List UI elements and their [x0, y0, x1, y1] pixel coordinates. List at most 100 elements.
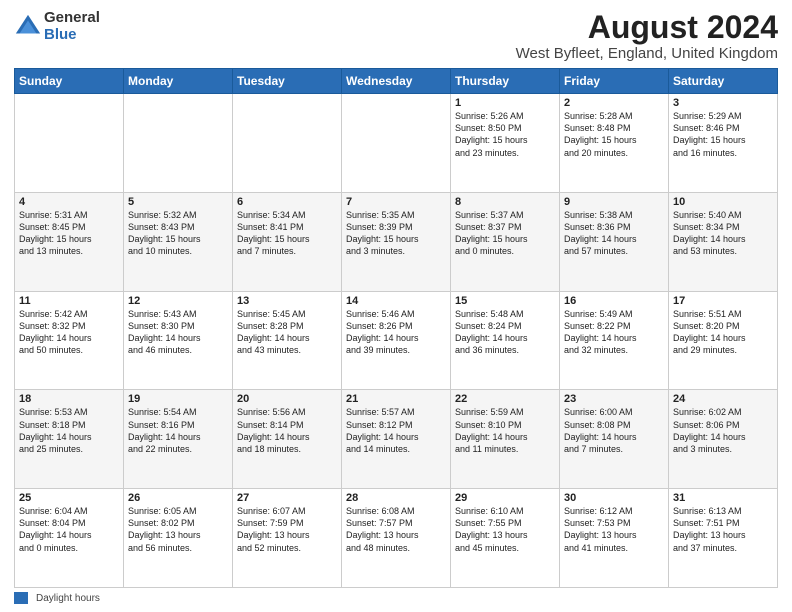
- day-number: 1: [455, 97, 555, 109]
- calendar-cell-4-0: 25Sunrise: 6:04 AM Sunset: 8:04 PM Dayli…: [15, 489, 124, 588]
- day-number: 12: [128, 295, 228, 307]
- day-info: Sunrise: 5:43 AM Sunset: 8:30 PM Dayligh…: [128, 308, 228, 357]
- calendar-cell-1-1: 5Sunrise: 5:32 AM Sunset: 8:43 PM Daylig…: [124, 192, 233, 291]
- calendar-cell-4-2: 27Sunrise: 6:07 AM Sunset: 7:59 PM Dayli…: [233, 489, 342, 588]
- calendar-cell-1-0: 4Sunrise: 5:31 AM Sunset: 8:45 PM Daylig…: [15, 192, 124, 291]
- legend-color-box: [14, 592, 28, 604]
- calendar-cell-0-0: [15, 94, 124, 193]
- day-info: Sunrise: 5:56 AM Sunset: 8:14 PM Dayligh…: [237, 406, 337, 455]
- title-block: August 2024 West Byfleet, England, Unite…: [516, 10, 778, 62]
- day-info: Sunrise: 6:08 AM Sunset: 7:57 PM Dayligh…: [346, 505, 446, 554]
- header-tuesday: Tuesday: [233, 69, 342, 94]
- day-info: Sunrise: 5:40 AM Sunset: 8:34 PM Dayligh…: [673, 209, 773, 258]
- calendar-cell-2-0: 11Sunrise: 5:42 AM Sunset: 8:32 PM Dayli…: [15, 291, 124, 390]
- header-sunday: Sunday: [15, 69, 124, 94]
- day-number: 22: [455, 393, 555, 405]
- day-number: 19: [128, 393, 228, 405]
- header-friday: Friday: [560, 69, 669, 94]
- day-number: 6: [237, 196, 337, 208]
- day-info: Sunrise: 5:37 AM Sunset: 8:37 PM Dayligh…: [455, 209, 555, 258]
- day-info: Sunrise: 5:28 AM Sunset: 8:48 PM Dayligh…: [564, 110, 664, 159]
- calendar-cell-3-2: 20Sunrise: 5:56 AM Sunset: 8:14 PM Dayli…: [233, 390, 342, 489]
- day-number: 2: [564, 97, 664, 109]
- day-info: Sunrise: 5:48 AM Sunset: 8:24 PM Dayligh…: [455, 308, 555, 357]
- day-info: Sunrise: 5:32 AM Sunset: 8:43 PM Dayligh…: [128, 209, 228, 258]
- day-number: 11: [19, 295, 119, 307]
- day-info: Sunrise: 5:49 AM Sunset: 8:22 PM Dayligh…: [564, 308, 664, 357]
- page: General Blue August 2024 West Byfleet, E…: [0, 0, 792, 612]
- day-info: Sunrise: 5:29 AM Sunset: 8:46 PM Dayligh…: [673, 110, 773, 159]
- day-number: 16: [564, 295, 664, 307]
- day-info: Sunrise: 5:59 AM Sunset: 8:10 PM Dayligh…: [455, 406, 555, 455]
- day-info: Sunrise: 6:13 AM Sunset: 7:51 PM Dayligh…: [673, 505, 773, 554]
- day-info: Sunrise: 5:45 AM Sunset: 8:28 PM Dayligh…: [237, 308, 337, 357]
- day-info: Sunrise: 6:05 AM Sunset: 8:02 PM Dayligh…: [128, 505, 228, 554]
- calendar-cell-2-3: 14Sunrise: 5:46 AM Sunset: 8:26 PM Dayli…: [342, 291, 451, 390]
- day-number: 24: [673, 393, 773, 405]
- header-saturday: Saturday: [669, 69, 778, 94]
- day-info: Sunrise: 5:31 AM Sunset: 8:45 PM Dayligh…: [19, 209, 119, 258]
- logo-general-text: General: [44, 10, 100, 27]
- day-info: Sunrise: 5:42 AM Sunset: 8:32 PM Dayligh…: [19, 308, 119, 357]
- logo-text: General Blue: [44, 10, 100, 43]
- day-number: 9: [564, 196, 664, 208]
- day-number: 23: [564, 393, 664, 405]
- week-row-3: 18Sunrise: 5:53 AM Sunset: 8:18 PM Dayli…: [15, 390, 778, 489]
- day-number: 31: [673, 492, 773, 504]
- calendar-cell-4-5: 30Sunrise: 6:12 AM Sunset: 7:53 PM Dayli…: [560, 489, 669, 588]
- calendar-cell-1-3: 7Sunrise: 5:35 AM Sunset: 8:39 PM Daylig…: [342, 192, 451, 291]
- day-number: 15: [455, 295, 555, 307]
- day-number: 8: [455, 196, 555, 208]
- main-title: August 2024: [516, 10, 778, 45]
- calendar-cell-4-4: 29Sunrise: 6:10 AM Sunset: 7:55 PM Dayli…: [451, 489, 560, 588]
- calendar-cell-0-6: 3Sunrise: 5:29 AM Sunset: 8:46 PM Daylig…: [669, 94, 778, 193]
- calendar-cell-2-6: 17Sunrise: 5:51 AM Sunset: 8:20 PM Dayli…: [669, 291, 778, 390]
- subtitle: West Byfleet, England, United Kingdom: [516, 45, 778, 62]
- day-info: Sunrise: 5:54 AM Sunset: 8:16 PM Dayligh…: [128, 406, 228, 455]
- calendar-cell-0-3: [342, 94, 451, 193]
- week-row-4: 25Sunrise: 6:04 AM Sunset: 8:04 PM Dayli…: [15, 489, 778, 588]
- footer-legend-label: Daylight hours: [36, 593, 100, 604]
- day-info: Sunrise: 5:38 AM Sunset: 8:36 PM Dayligh…: [564, 209, 664, 258]
- calendar-cell-2-5: 16Sunrise: 5:49 AM Sunset: 8:22 PM Dayli…: [560, 291, 669, 390]
- header: General Blue August 2024 West Byfleet, E…: [14, 10, 778, 62]
- day-number: 27: [237, 492, 337, 504]
- header-thursday: Thursday: [451, 69, 560, 94]
- day-info: Sunrise: 6:12 AM Sunset: 7:53 PM Dayligh…: [564, 505, 664, 554]
- day-number: 29: [455, 492, 555, 504]
- day-number: 3: [673, 97, 773, 109]
- calendar-cell-4-1: 26Sunrise: 6:05 AM Sunset: 8:02 PM Dayli…: [124, 489, 233, 588]
- day-number: 28: [346, 492, 446, 504]
- day-number: 25: [19, 492, 119, 504]
- calendar-cell-4-6: 31Sunrise: 6:13 AM Sunset: 7:51 PM Dayli…: [669, 489, 778, 588]
- day-info: Sunrise: 5:57 AM Sunset: 8:12 PM Dayligh…: [346, 406, 446, 455]
- day-info: Sunrise: 5:35 AM Sunset: 8:39 PM Dayligh…: [346, 209, 446, 258]
- week-row-0: 1Sunrise: 5:26 AM Sunset: 8:50 PM Daylig…: [15, 94, 778, 193]
- calendar-cell-0-2: [233, 94, 342, 193]
- day-info: Sunrise: 5:34 AM Sunset: 8:41 PM Dayligh…: [237, 209, 337, 258]
- day-number: 4: [19, 196, 119, 208]
- day-info: Sunrise: 5:51 AM Sunset: 8:20 PM Dayligh…: [673, 308, 773, 357]
- calendar-cell-0-5: 2Sunrise: 5:28 AM Sunset: 8:48 PM Daylig…: [560, 94, 669, 193]
- day-number: 26: [128, 492, 228, 504]
- footer: Daylight hours: [14, 592, 778, 604]
- day-info: Sunrise: 6:02 AM Sunset: 8:06 PM Dayligh…: [673, 406, 773, 455]
- day-number: 14: [346, 295, 446, 307]
- calendar-cell-3-6: 24Sunrise: 6:02 AM Sunset: 8:06 PM Dayli…: [669, 390, 778, 489]
- calendar-cell-2-1: 12Sunrise: 5:43 AM Sunset: 8:30 PM Dayli…: [124, 291, 233, 390]
- header-monday: Monday: [124, 69, 233, 94]
- day-number: 10: [673, 196, 773, 208]
- day-number: 18: [19, 393, 119, 405]
- day-number: 21: [346, 393, 446, 405]
- calendar-cell-4-3: 28Sunrise: 6:08 AM Sunset: 7:57 PM Dayli…: [342, 489, 451, 588]
- calendar-cell-1-5: 9Sunrise: 5:38 AM Sunset: 8:36 PM Daylig…: [560, 192, 669, 291]
- calendar-cell-3-0: 18Sunrise: 5:53 AM Sunset: 8:18 PM Dayli…: [15, 390, 124, 489]
- day-number: 5: [128, 196, 228, 208]
- day-number: 30: [564, 492, 664, 504]
- calendar-cell-3-4: 22Sunrise: 5:59 AM Sunset: 8:10 PM Dayli…: [451, 390, 560, 489]
- calendar-cell-2-4: 15Sunrise: 5:48 AM Sunset: 8:24 PM Dayli…: [451, 291, 560, 390]
- week-row-1: 4Sunrise: 5:31 AM Sunset: 8:45 PM Daylig…: [15, 192, 778, 291]
- day-number: 17: [673, 295, 773, 307]
- calendar-cell-3-5: 23Sunrise: 6:00 AM Sunset: 8:08 PM Dayli…: [560, 390, 669, 489]
- logo-icon: [14, 13, 42, 41]
